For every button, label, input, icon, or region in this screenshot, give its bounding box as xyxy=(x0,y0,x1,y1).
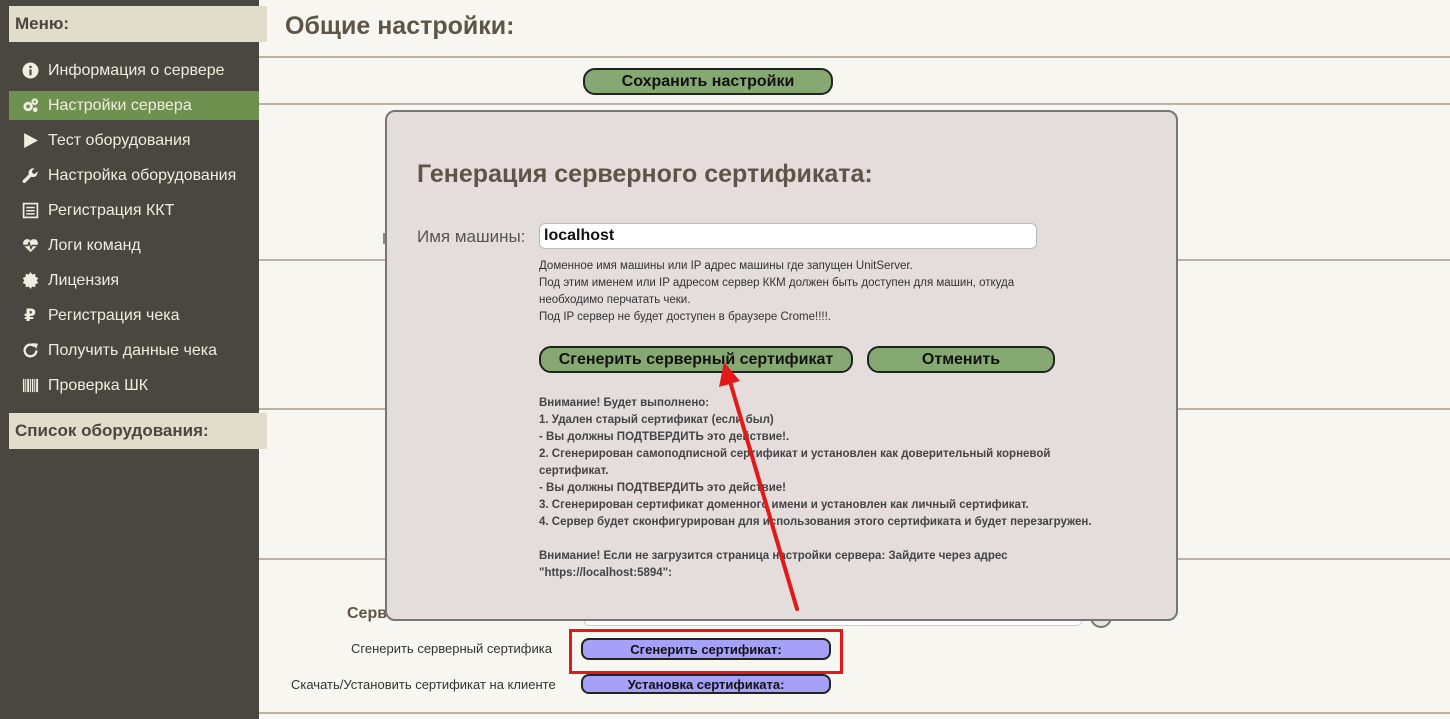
annotation-arrow xyxy=(719,362,799,611)
